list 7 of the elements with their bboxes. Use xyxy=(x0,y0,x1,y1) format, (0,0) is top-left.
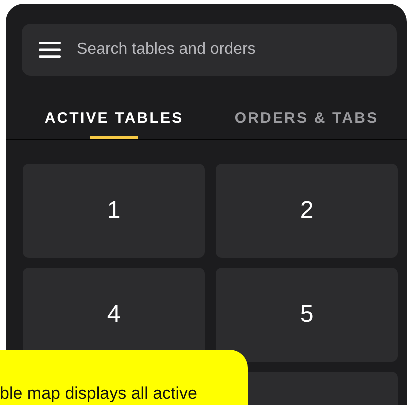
table-card[interactable]: 2 xyxy=(216,164,398,258)
callout-tooltip: ble map displays all active xyxy=(0,350,248,405)
table-card[interactable]: 1 xyxy=(23,164,205,258)
search-field[interactable]: Search tables and orders xyxy=(22,24,397,76)
table-card[interactable]: 5 xyxy=(216,268,398,362)
search-input[interactable]: Search tables and orders xyxy=(75,40,397,60)
menu-icon[interactable] xyxy=(39,42,61,58)
